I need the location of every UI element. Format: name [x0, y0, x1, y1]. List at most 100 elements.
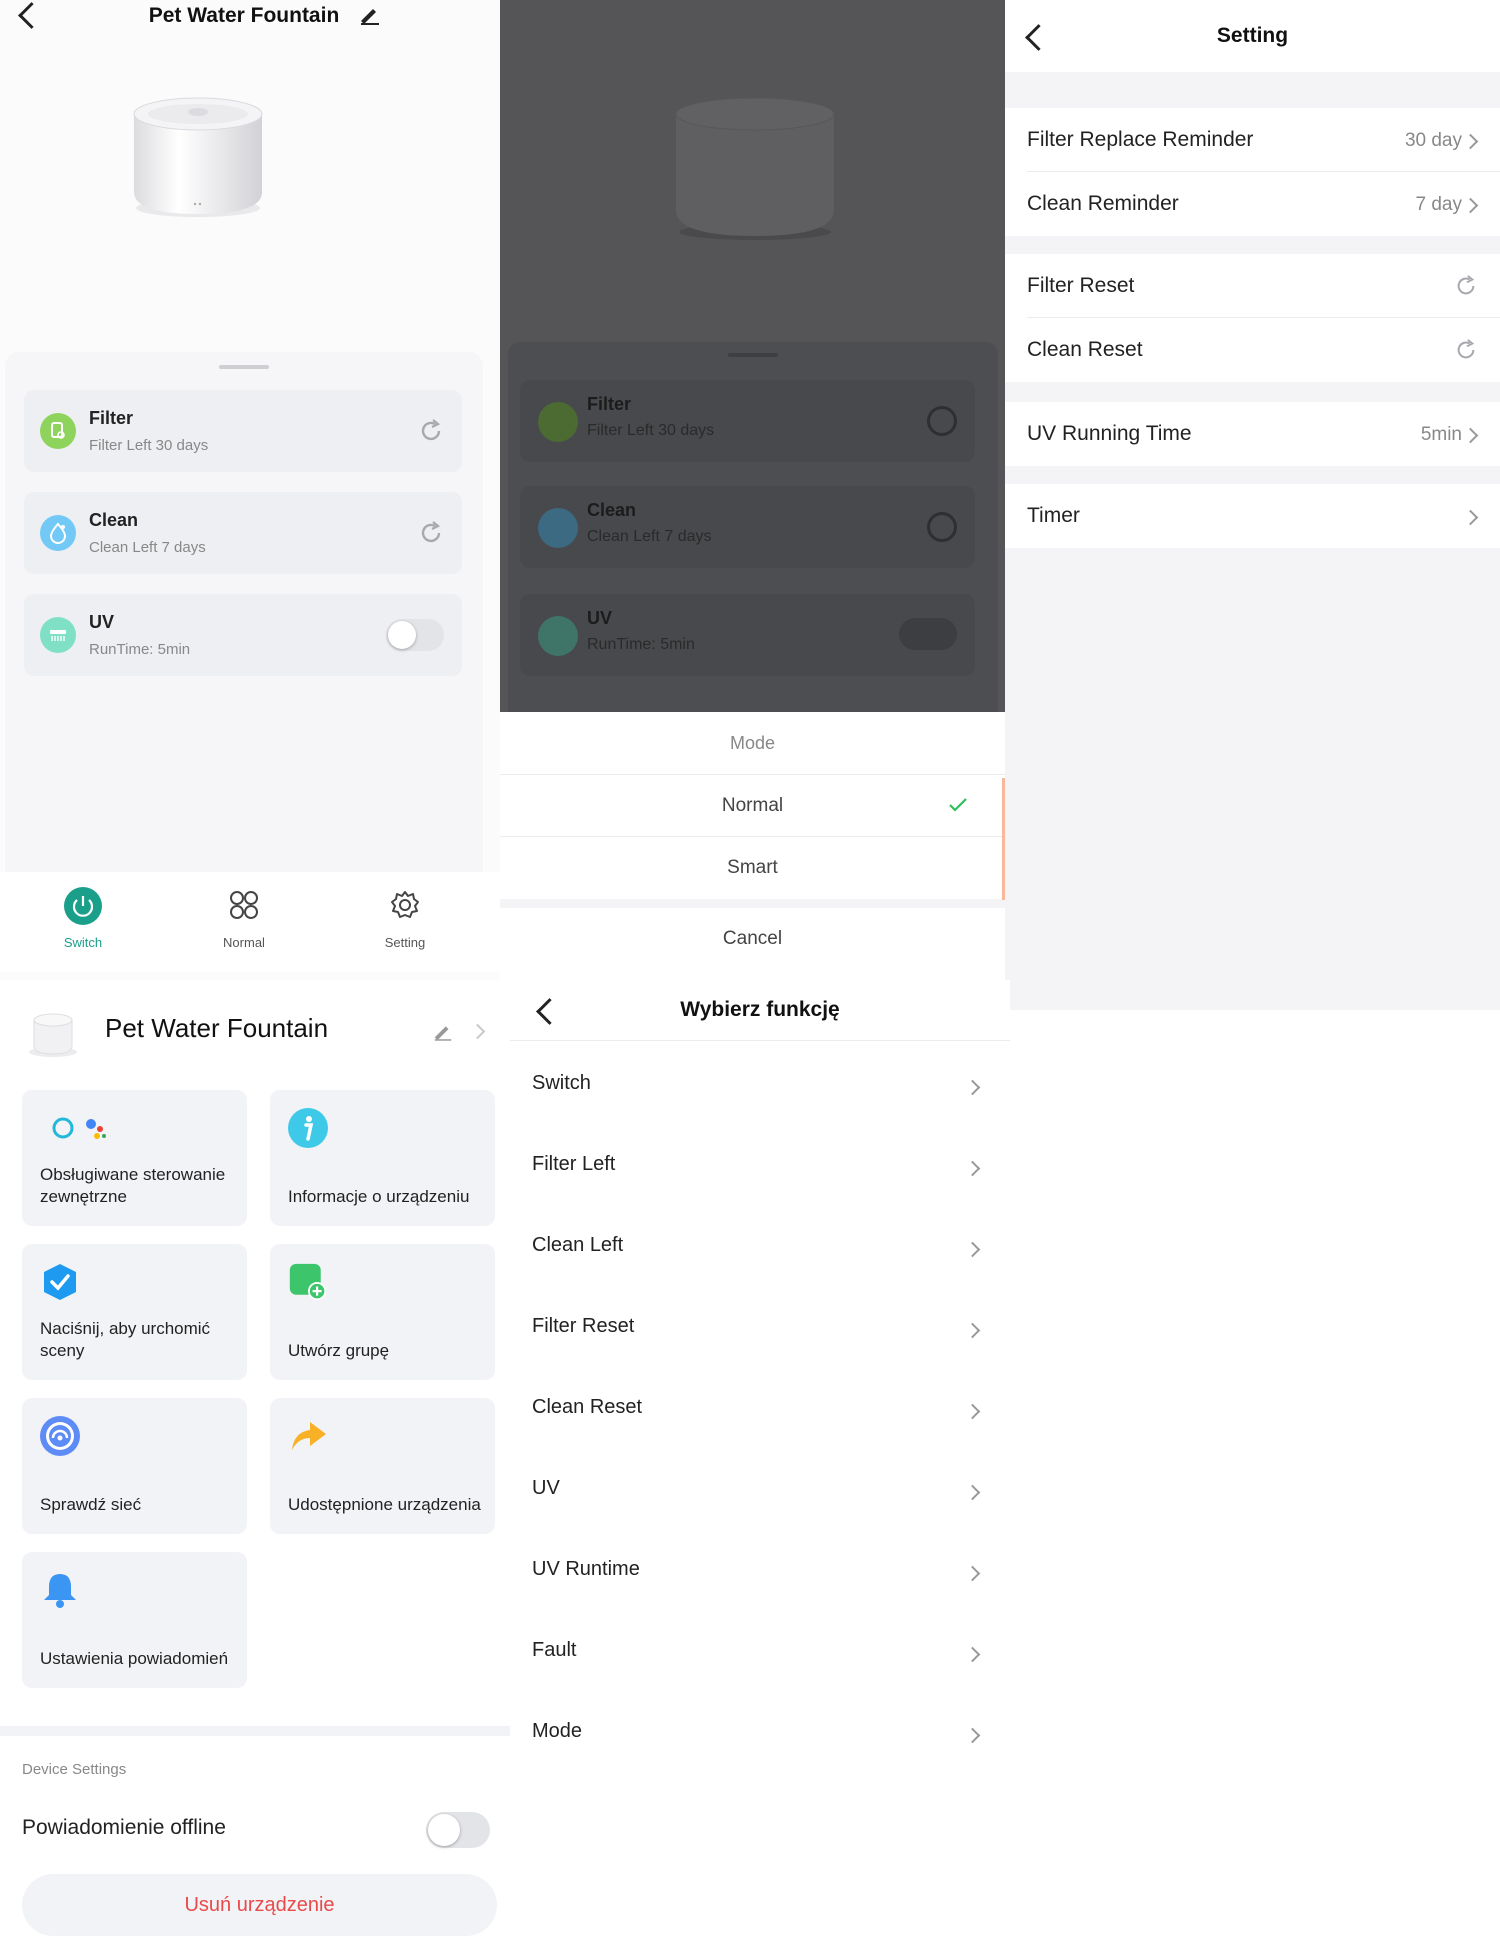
filter-reset-row[interactable]: Filter Reset — [1005, 254, 1500, 318]
voice-assistant-icon — [52, 1117, 106, 1139]
tile-label: Utwórz grupę — [288, 1341, 390, 1360]
share-icon — [292, 1422, 326, 1450]
filter-subtitle: Filter Left 30 days — [89, 437, 209, 454]
function-item[interactable]: Filter Left — [510, 1129, 1010, 1210]
dim-clean-title: Clean — [587, 500, 637, 520]
mode-option-normal[interactable]: Normal — [500, 774, 1005, 837]
edit-icon[interactable] — [432, 1020, 454, 1042]
page-title: Pet Water Fountain — [148, 4, 340, 27]
notification-settings-tile[interactable]: Ustawienia powiadomień — [22, 1552, 247, 1688]
mode-option-smart[interactable]: Smart — [500, 836, 1005, 899]
external-control-tile[interactable]: Obsługiwane sterowanie zewnętrzne — [22, 1090, 247, 1226]
settings-screen: Setting Filter Replace Reminder 30 day C… — [1005, 0, 1500, 1010]
reset-icon[interactable] — [1454, 338, 1478, 362]
chevron-right-icon — [964, 1322, 981, 1339]
filter-icon — [40, 413, 76, 449]
droplet-icon — [40, 515, 76, 551]
row-label: Timer — [1027, 504, 1080, 527]
clean-card[interactable]: Clean Clean Left 7 days — [24, 492, 462, 574]
row-label: UV Running Time — [1027, 422, 1192, 445]
filter-refresh-icon[interactable] — [418, 418, 444, 444]
dim-droplet-icon — [538, 508, 578, 548]
chevron-right-icon — [964, 1241, 981, 1258]
filter-card[interactable]: Filter Filter Left 30 days — [24, 390, 462, 472]
info-icon — [288, 1108, 328, 1148]
row-label: Filter Replace Reminder — [1027, 128, 1254, 151]
toggle-knob — [388, 621, 416, 649]
cancel-button[interactable]: Cancel — [500, 908, 1005, 970]
function-label: Filter Reset — [532, 1315, 635, 1337]
chevron-right-icon — [964, 1727, 981, 1744]
function-label: Clean Reset — [532, 1396, 643, 1418]
function-label: Mode — [532, 1720, 583, 1742]
mode-option-label: Smart — [727, 857, 778, 878]
chevron-right-icon — [964, 1079, 981, 1096]
section-label: Device Settings — [22, 1761, 127, 1778]
function-item[interactable]: UV — [510, 1453, 1010, 1534]
chevron-right-icon — [964, 1646, 981, 1663]
dim-filter-title: Filter — [587, 394, 632, 414]
function-item[interactable]: Clean Left — [510, 1210, 1010, 1291]
timer-row[interactable]: Timer — [1005, 484, 1500, 548]
uv-toggle[interactable] — [386, 619, 444, 651]
dim-handle — [728, 353, 778, 357]
chevron-right-icon — [964, 1565, 981, 1582]
filter-title: Filter — [89, 408, 134, 428]
device-screen: Pet Water Fountain Filter Filter Left 30… — [0, 0, 500, 980]
dim-refresh-icon — [927, 406, 957, 436]
tile-label: Obsługiwane sterowanie zewnętrzne — [40, 1165, 226, 1206]
reset-icon[interactable] — [1454, 274, 1478, 298]
row-value: 30 day — [1404, 130, 1462, 151]
remove-device-button[interactable]: Usuń urządzenie — [22, 1874, 497, 1936]
clean-refresh-icon[interactable] — [418, 520, 444, 546]
function-item[interactable]: Clean Reset — [510, 1372, 1010, 1453]
chevron-right-icon[interactable] — [469, 1023, 486, 1040]
clean-reset-row[interactable]: Clean Reset — [1005, 318, 1500, 382]
dim-filter-card: Filter Filter Left 30 days — [520, 380, 975, 462]
uv-subtitle: RunTime: 5min — [89, 641, 191, 658]
clean-title: Clean — [89, 510, 139, 530]
edit-icon[interactable] — [358, 2, 382, 26]
check-icon — [949, 798, 967, 812]
check-network-tile[interactable]: Sprawdź sieć — [22, 1398, 247, 1534]
uv-running-time-row[interactable]: UV Running Time 5min — [1005, 402, 1500, 466]
function-label: Filter Left — [532, 1153, 616, 1175]
device-name: Pet Water Fountain — [105, 1013, 329, 1043]
tile-label: Naciśnij, aby urchomić sceny — [40, 1319, 211, 1360]
chevron-right-icon — [964, 1484, 981, 1501]
dim-clean-card: Clean Clean Left 7 days — [520, 486, 975, 568]
bell-icon — [44, 1574, 76, 1608]
clean-reminder-row[interactable]: Clean Reminder 7 day — [1005, 172, 1500, 236]
dim-filter-subtitle: Filter Left 30 days — [587, 422, 715, 439]
power-icon — [64, 887, 102, 925]
create-group-tile[interactable]: Utwórz grupę — [270, 1244, 495, 1380]
function-item[interactable]: Filter Reset — [510, 1291, 1010, 1372]
divider — [510, 1040, 1010, 1041]
sheet-handle[interactable] — [219, 365, 269, 369]
function-label: Switch — [532, 1072, 591, 1094]
nav-normal-label: Normal — [223, 935, 265, 950]
function-item[interactable]: Fault — [510, 1615, 1010, 1696]
function-item[interactable]: UV Runtime — [510, 1534, 1010, 1615]
function-item[interactable]: Mode — [510, 1696, 1010, 1777]
mode-option-label: Normal — [721, 795, 784, 816]
function-item[interactable]: Switch — [510, 1048, 1010, 1129]
network-icon — [40, 1416, 80, 1456]
scene-tile[interactable]: Naciśnij, aby urchomić sceny — [22, 1244, 247, 1380]
offline-notification-toggle[interactable] — [426, 1812, 490, 1848]
dim-filter-icon — [538, 402, 578, 442]
row-label: Clean Reset — [1027, 338, 1143, 361]
clean-subtitle: Clean Left 7 days — [89, 539, 206, 556]
dim-uv-toggle — [899, 618, 957, 650]
filter-replace-reminder-row[interactable]: Filter Replace Reminder 30 day — [1005, 108, 1500, 172]
chevron-right-icon — [1462, 509, 1479, 526]
gear-icon — [391, 891, 419, 918]
shared-devices-tile[interactable]: Udostępnione urządzenia — [270, 1398, 495, 1534]
toggle-knob — [428, 1814, 460, 1846]
dim-uv-card: UV RunTime: 5min — [520, 594, 975, 676]
chevron-right-icon — [964, 1160, 981, 1177]
device-settings-screen: Pet Water Fountain Obsługiwane sterowani… — [0, 980, 510, 1941]
function-list-screen: Wybierz funkcję Switch Filter Left Clean… — [510, 980, 1010, 1941]
dim-overlay[interactable]: Filter Filter Left 30 days Clean Clean L… — [500, 0, 1005, 712]
device-info-tile[interactable]: Informacje o urządzeniu — [270, 1090, 495, 1226]
